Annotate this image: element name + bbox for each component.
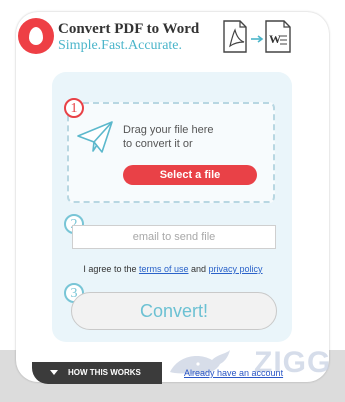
select-file-button[interactable]: Select a file <box>123 165 257 185</box>
app-tagline: Simple.Fast.Accurate. <box>58 38 183 53</box>
pdf-file-icon <box>223 20 247 53</box>
email-field[interactable] <box>72 225 276 249</box>
drag-instructions: Drag your file here to convert it or <box>123 123 273 151</box>
drag-line-2: to convert it or <box>123 138 193 150</box>
flame-drop-icon <box>29 27 43 45</box>
app-title: Convert PDF to Word <box>58 21 200 37</box>
logo-icon <box>18 18 54 54</box>
paper-plane-icon <box>77 121 113 153</box>
step-1-badge: 1 <box>64 98 84 118</box>
terms-middle: and <box>188 264 209 274</box>
terms-prefix: I agree to the <box>83 264 139 274</box>
terms-of-use-link[interactable]: terms of use <box>139 264 189 274</box>
terms-agreement: I agree to the terms of use and privacy … <box>66 264 280 274</box>
privacy-policy-link[interactable]: privacy policy <box>209 264 263 274</box>
word-file-icon: W <box>265 20 291 53</box>
already-have-account-link[interactable]: Already have an account <box>184 368 283 378</box>
convert-button[interactable]: Convert! <box>71 292 277 330</box>
how-it-works-label: HOW THIS WORKS <box>68 368 141 377</box>
arrow-right-icon <box>251 35 264 43</box>
pdf-to-word-icon: W <box>223 20 291 53</box>
drag-line-1: Drag your file here <box>123 124 214 136</box>
chevron-down-icon <box>50 370 58 375</box>
how-it-works-tab[interactable]: HOW THIS WORKS <box>32 362 162 384</box>
svg-text:W: W <box>269 32 281 46</box>
